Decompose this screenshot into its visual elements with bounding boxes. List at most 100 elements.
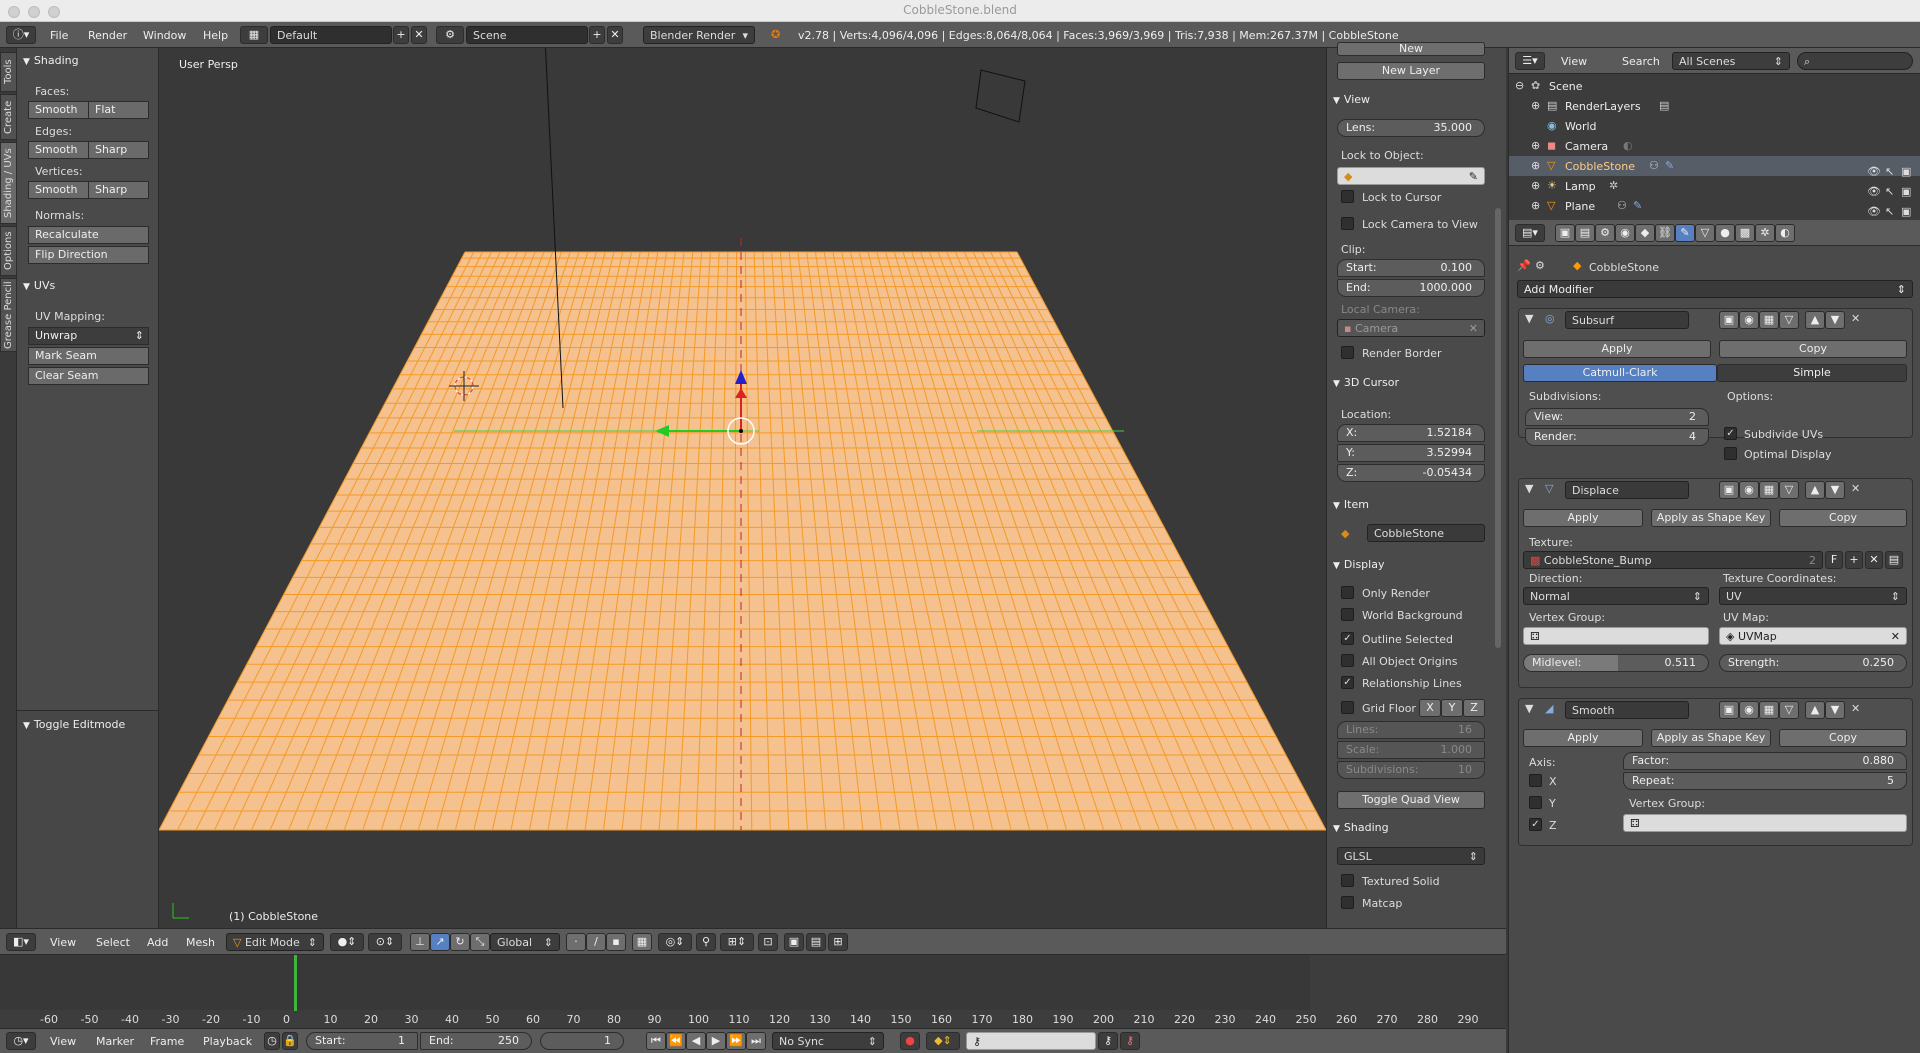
opengl-render-icon[interactable]: ▣	[784, 933, 804, 951]
timeline-menu-frame[interactable]: Frame	[150, 1035, 184, 1048]
displace-name-field[interactable]: Displace	[1565, 481, 1689, 499]
timeline-menu-view[interactable]: View	[50, 1035, 76, 1048]
menu-view[interactable]: View	[50, 936, 76, 949]
edges-sharp-button[interactable]: Sharp	[88, 141, 149, 159]
scene-remove-icon[interactable]: ✕	[607, 26, 623, 44]
keying-set-button[interactable]: ◆⇕	[926, 1032, 960, 1050]
textured-solid-checkbox[interactable]	[1341, 874, 1354, 887]
rotate-manipulator-icon[interactable]: ↻	[450, 933, 470, 951]
jump-start-icon[interactable]: ⏮	[646, 1032, 666, 1050]
menu-select[interactable]: Select	[96, 936, 130, 949]
layers-icon[interactable]: ⊞	[828, 933, 848, 951]
tab-constraints-icon[interactable]: ⛓	[1655, 224, 1675, 242]
show-render-icon[interactable]: ▣	[1719, 311, 1739, 329]
remove-modifier-icon[interactable]: ✕	[1851, 312, 1860, 326]
new-grease-button[interactable]: New	[1337, 42, 1485, 56]
layout-add-icon[interactable]: +	[393, 26, 409, 44]
toggle-editmode-panel-header[interactable]: ▼ Toggle Editmode	[17, 715, 158, 735]
eye-icon[interactable]: 👁	[1867, 185, 1881, 199]
layout-name-field[interactable]: Default	[270, 26, 392, 44]
item-name-field[interactable]: CobbleStone	[1367, 524, 1485, 542]
recalculate-button[interactable]: Recalculate	[28, 226, 149, 244]
snap-element-button[interactable]: ⊞⇕	[720, 933, 754, 951]
outliner-row-cobblestone[interactable]: ⊕ ▽ CobbleStone ⚇ ✎	[1509, 156, 1920, 176]
optimal-display-checkbox[interactable]	[1724, 447, 1737, 460]
cursor-x-field[interactable]: X: 1.52184	[1337, 424, 1485, 442]
subsurf-name-field[interactable]: Subsurf	[1565, 311, 1689, 329]
axis-y-checkbox[interactable]	[1529, 796, 1542, 809]
transform-orientation-select[interactable]: Global ⇕	[490, 933, 560, 951]
clip-start-field[interactable]: Start: 0.100	[1337, 259, 1485, 277]
move-up-icon[interactable]: ▲	[1805, 311, 1825, 329]
grid-axis-z-toggle[interactable]: Z	[1463, 699, 1485, 717]
vertex-select-icon[interactable]: ·	[566, 933, 586, 951]
lens-field[interactable]: Lens: 35.000	[1337, 119, 1485, 137]
display-panel-header[interactable]: ▼ Display	[1327, 555, 1506, 575]
tab-render-icon[interactable]: ▣	[1555, 224, 1575, 242]
expand-icon[interactable]: ⊕	[1531, 99, 1540, 113]
plane-mesh[interactable]	[159, 252, 1326, 830]
expand-icon[interactable]: ⊕	[1531, 199, 1540, 213]
smooth-apply-shape-button[interactable]: Apply as Shape Key	[1651, 729, 1771, 747]
texture-field[interactable]: ▩ CobbleStone_Bump 2	[1523, 551, 1823, 569]
tab-render-layers-icon[interactable]: ▤	[1575, 224, 1595, 242]
fake-user-button[interactable]: F	[1825, 551, 1843, 569]
tab-options[interactable]: Options	[0, 226, 17, 276]
local-camera-field[interactable]: ▪ Camera ✕	[1337, 319, 1485, 337]
subsurf-render-field[interactable]: Render: 4	[1525, 428, 1709, 446]
texture-settings-icon[interactable]: ▤	[1885, 551, 1903, 569]
faces-flat-button[interactable]: Flat	[88, 101, 149, 119]
scene-name-field[interactable]: Scene	[466, 26, 588, 44]
tab-shading-uvs[interactable]: Shading / UVs	[0, 142, 17, 224]
outliner-row-plane[interactable]: ⊕ ▽ Plane ⚇ ✎	[1509, 196, 1920, 216]
view-panel-header[interactable]: ▼ View	[1327, 90, 1506, 110]
subsurf-view-field[interactable]: View: 2	[1525, 408, 1709, 426]
vertices-smooth-button[interactable]: Smooth	[28, 181, 89, 199]
menu-file[interactable]: File	[50, 29, 68, 42]
move-down-icon[interactable]: ▼	[1825, 481, 1845, 499]
cursor-select-icon[interactable]: ↖	[1885, 185, 1894, 199]
move-up-icon[interactable]: ▲	[1805, 701, 1825, 719]
show-viewport-icon[interactable]: ◉	[1739, 481, 1759, 499]
menu-add[interactable]: Add	[147, 936, 168, 949]
matcap-checkbox[interactable]	[1341, 896, 1354, 909]
smooth-apply-button[interactable]: Apply	[1523, 729, 1643, 747]
cursor-z-field[interactable]: Z: -0.05434	[1337, 464, 1485, 482]
faces-smooth-button[interactable]: Smooth	[28, 101, 89, 119]
move-up-icon[interactable]: ▲	[1805, 481, 1825, 499]
eyedropper-icon[interactable]: ✎	[1469, 170, 1478, 183]
flip-direction-button[interactable]: Flip Direction	[28, 246, 149, 264]
outliner-search-input[interactable]: ⌕	[1797, 52, 1913, 70]
grid-floor-checkbox[interactable]	[1341, 701, 1354, 714]
tab-world-icon[interactable]: ◉	[1615, 224, 1635, 242]
relationship-lines-checkbox[interactable]: ✓	[1341, 676, 1354, 689]
smooth-vertex-group-field[interactable]: ⚃	[1623, 814, 1907, 832]
outline-selected-checkbox[interactable]: ✓	[1341, 632, 1354, 645]
npanel-scrollbar[interactable]	[1495, 208, 1501, 648]
sync-mode-select[interactable]: No Sync ⇕	[772, 1032, 884, 1050]
menu-window[interactable]: Window	[143, 29, 186, 42]
editor-type-outliner-button[interactable]: ☰▾	[1515, 52, 1545, 70]
tab-tools[interactable]: Tools	[0, 52, 17, 92]
shading-panel-header[interactable]: ▼ Shading	[1327, 818, 1506, 838]
outliner-row-scene[interactable]: ⊖ ✿ Scene	[1509, 76, 1920, 96]
factor-field[interactable]: Factor: 0.880	[1623, 752, 1907, 770]
editor-type-properties-button[interactable]: ▤▾	[1515, 224, 1545, 242]
show-render-icon[interactable]: ▣	[1719, 481, 1739, 499]
preview-range-icon[interactable]: ◷	[264, 1032, 280, 1050]
grid-axis-y-toggle[interactable]: Y	[1441, 699, 1463, 717]
vertex-group-field[interactable]: ⚃	[1523, 627, 1709, 645]
unlink-texture-icon[interactable]: ✕	[1865, 551, 1883, 569]
3d-cursor-panel-header[interactable]: ▼ 3D Cursor	[1327, 373, 1506, 393]
new-texture-icon[interactable]: +	[1845, 551, 1863, 569]
play-icon[interactable]: ▶	[706, 1032, 726, 1050]
play-reverse-icon[interactable]: ◀	[686, 1032, 706, 1050]
camera-object-icon[interactable]	[975, 69, 1026, 123]
opengl-anim-icon[interactable]: ▤	[806, 933, 826, 951]
layout-remove-icon[interactable]: ✕	[411, 26, 427, 44]
timeline-menu-playback[interactable]: Playback	[203, 1035, 252, 1048]
grid-subdiv-field[interactable]: Subdivisions: 10	[1337, 761, 1485, 779]
timeline[interactable]: -60 -50 -40 -30 -20 -10 0 10 20 30 40 50 60 70 80 90 100…	[0, 954, 1506, 1028]
world-background-checkbox[interactable]	[1341, 608, 1354, 621]
midlevel-slider[interactable]: Midlevel: 0.511	[1523, 654, 1709, 672]
